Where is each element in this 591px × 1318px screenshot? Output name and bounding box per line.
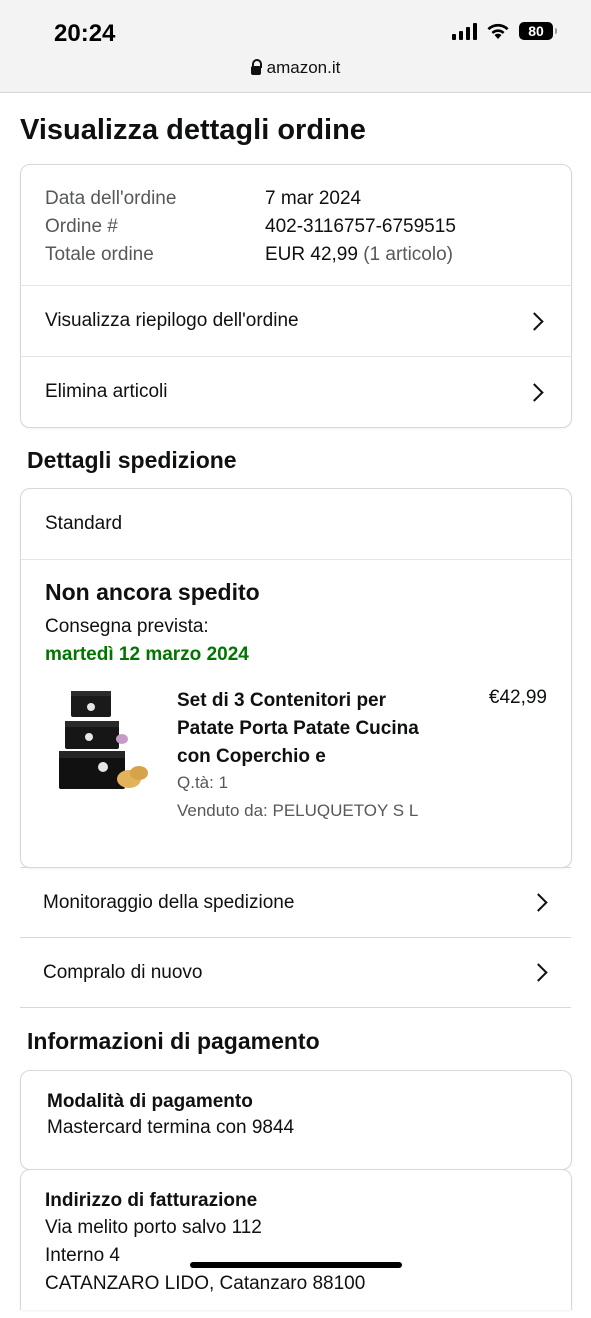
view-order-summary-link[interactable]: Visualizza riepilogo dell'ordine bbox=[21, 285, 571, 356]
chevron-right-icon bbox=[529, 963, 548, 982]
page-title: Visualizza dettagli ordine bbox=[20, 114, 366, 146]
chevron-right-icon bbox=[525, 382, 544, 402]
home-indicator bbox=[190, 1262, 402, 1268]
chevron-right-icon bbox=[525, 311, 544, 331]
buy-again-link[interactable]: Compralo di nuovo bbox=[20, 937, 571, 1007]
billing-address-title: Indirizzo di fatturazione bbox=[45, 1190, 258, 1211]
billing-address-block: Indirizzo di fatturazione Via melito por… bbox=[21, 1170, 571, 1318]
order-number-row: Ordine # 402-3116757-6759515 bbox=[45, 213, 547, 241]
delivery-date: martedì 12 marzo 2024 bbox=[45, 644, 249, 665]
product-quantity: Q.tà: 1 bbox=[177, 773, 229, 792]
order-total-wrap: EUR 42,99 (1 articolo) bbox=[265, 241, 453, 269]
buy-again-label: Compralo di nuovo bbox=[43, 961, 203, 983]
shipping-section-title: Dettagli spedizione bbox=[27, 447, 237, 473]
status-icons: 80 bbox=[452, 22, 557, 40]
remove-items-link[interactable]: Elimina articoli bbox=[21, 356, 571, 427]
billing-line-3: CATANZARO LIDO, Catanzaro 88100 bbox=[45, 1273, 366, 1294]
chevron-right-icon bbox=[529, 893, 548, 912]
order-date-value: 7 mar 2024 bbox=[265, 188, 362, 209]
order-total-label: Totale ordine bbox=[45, 244, 154, 265]
product-image[interactable] bbox=[59, 687, 153, 795]
wifi-icon bbox=[487, 23, 509, 39]
shipping-card: Standard Non ancora spedito Consegna pre… bbox=[20, 488, 572, 868]
track-shipment-label: Monitoraggio della spedizione bbox=[43, 891, 295, 913]
payment-method-title: Modalità di pagamento bbox=[47, 1091, 253, 1112]
order-total-row: Totale ordine EUR 42,99 (1 articolo) bbox=[45, 241, 547, 269]
status-time: 20:24 bbox=[54, 20, 116, 47]
order-number-label: Ordine # bbox=[45, 216, 118, 237]
cellular-signal-icon bbox=[452, 22, 477, 40]
order-total-value: EUR 42,99 bbox=[265, 244, 358, 265]
product-price: €42,99 bbox=[488, 687, 547, 708]
battery-icon: 80 bbox=[519, 22, 557, 40]
billing-line-1: Via melito porto salvo 112 bbox=[45, 1217, 262, 1238]
lock-icon bbox=[250, 58, 262, 75]
remove-items-label: Elimina articoli bbox=[45, 381, 168, 402]
billing-address-card: Indirizzo di fatturazione Via melito por… bbox=[20, 1169, 572, 1310]
product-title[interactable]: Set di 3 Contenitori per Patate Porta Pa… bbox=[177, 687, 427, 771]
browser-chrome: 20:24 80 amazon.it bbox=[0, 0, 591, 93]
payment-method-card: Modalità di pagamento Mastercard termina… bbox=[20, 1070, 572, 1170]
order-total-items: (1 articolo) bbox=[363, 244, 453, 265]
payment-method-block: Modalità di pagamento Mastercard termina… bbox=[21, 1071, 571, 1161]
payment-section-title: Informazioni di pagamento bbox=[27, 1028, 320, 1054]
order-meta: Data dell'ordine 7 mar 2024 Ordine # 402… bbox=[21, 165, 571, 285]
track-shipment-link[interactable]: Monitoraggio della spedizione bbox=[20, 867, 571, 937]
url-bar[interactable]: amazon.it bbox=[0, 58, 591, 78]
order-number-value: 402-3116757-6759515 bbox=[265, 216, 456, 237]
order-date-label: Data dell'ordine bbox=[45, 188, 177, 209]
shipment-status: Non ancora spedito bbox=[45, 579, 260, 605]
order-date-row: Data dell'ordine 7 mar 2024 bbox=[45, 185, 547, 213]
shipping-method: Standard bbox=[21, 489, 571, 560]
delivery-label: Consegna prevista: bbox=[45, 616, 209, 637]
view-order-summary-label: Visualizza riepilogo dell'ordine bbox=[45, 310, 299, 331]
order-summary-card: Data dell'ordine 7 mar 2024 Ordine # 402… bbox=[20, 164, 572, 428]
divider bbox=[20, 1007, 571, 1008]
product-seller: Venduto da: PELUQUETOY S L bbox=[177, 801, 419, 820]
payment-method-value: Mastercard termina con 9844 bbox=[47, 1117, 295, 1138]
url-domain: amazon.it bbox=[266, 58, 341, 77]
